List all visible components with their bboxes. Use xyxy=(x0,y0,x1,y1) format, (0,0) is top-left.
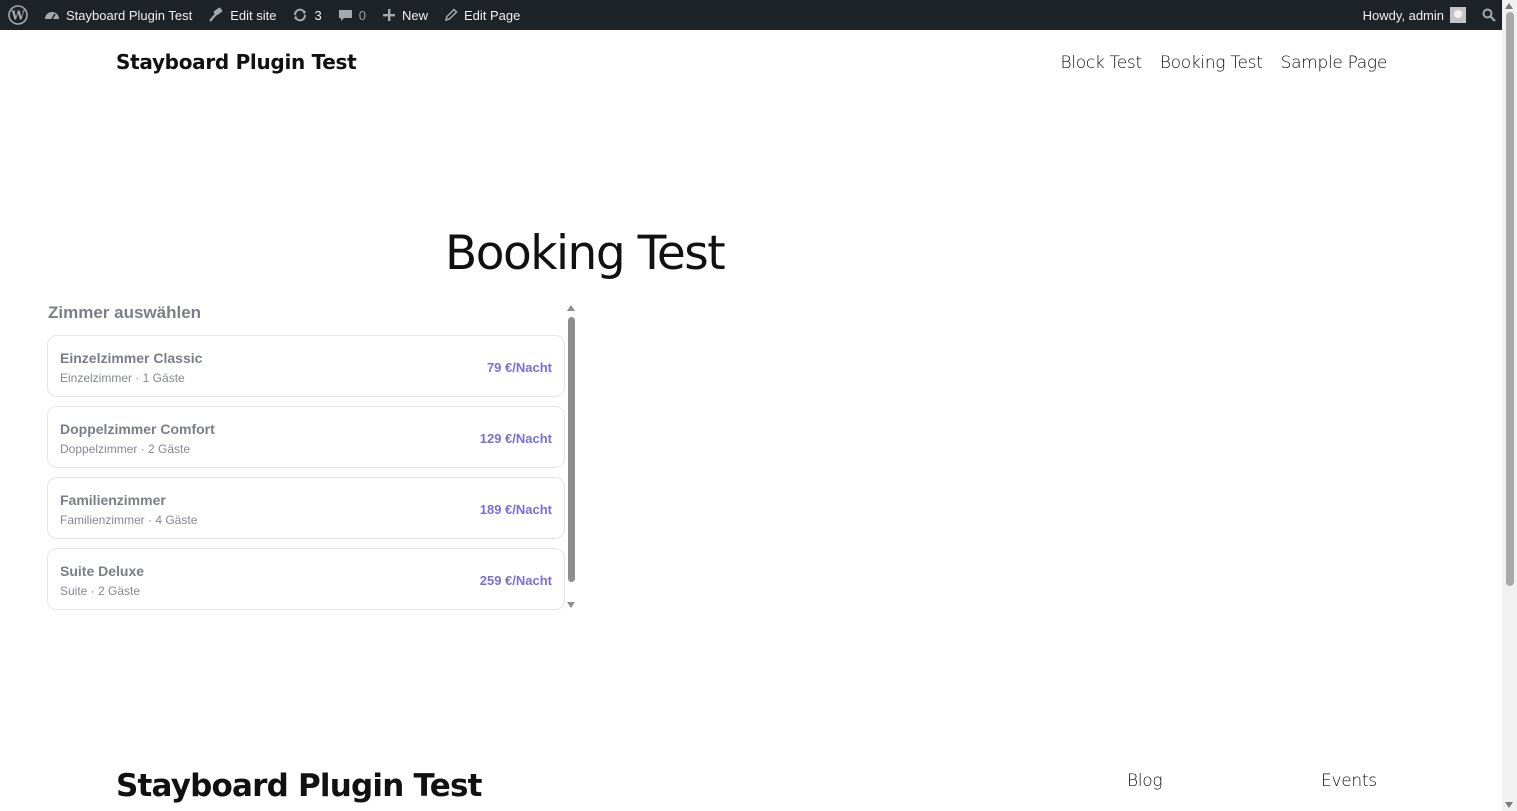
my-account-menu[interactable]: Howdy, admin xyxy=(1355,0,1474,30)
edit-site-menu[interactable]: Edit site xyxy=(200,0,284,30)
room-card[interactable]: Einzelzimmer Classic Einzelzimmer · 1 Gä… xyxy=(47,335,565,397)
updates-icon xyxy=(292,7,308,23)
room-price: 259 €/Nacht xyxy=(479,573,552,588)
room-name: Suite Deluxe xyxy=(60,563,145,579)
page-scrollbar-thumb[interactable] xyxy=(1506,12,1514,586)
comments-count: 0 xyxy=(358,7,366,23)
page-title: Booking Test xyxy=(445,226,726,281)
nav-link-sample-page[interactable]: Sample Page xyxy=(1281,53,1388,73)
room-name: Familienzimmer xyxy=(60,492,166,508)
room-details: Familienzimmer · 4 Gäste xyxy=(60,513,198,527)
new-content-menu[interactable]: New xyxy=(374,0,436,30)
wordpress-logo-menu[interactable]: W xyxy=(0,0,36,30)
pencil-icon xyxy=(444,8,458,22)
comments-menu[interactable]: 0 xyxy=(330,0,374,30)
footer-link-blog[interactable]: Blog xyxy=(1127,771,1163,791)
avatar xyxy=(1450,7,1466,23)
svg-text:W: W xyxy=(10,9,25,23)
site-name-label: Stayboard Plugin Test xyxy=(66,7,193,23)
edit-page-menu[interactable]: Edit Page xyxy=(436,0,528,30)
edit-site-label: Edit site xyxy=(230,7,277,23)
new-label: New xyxy=(401,7,428,23)
updates-menu[interactable]: 3 xyxy=(284,0,329,30)
wordpress-icon: W xyxy=(8,5,28,25)
comment-icon xyxy=(338,8,353,23)
room-details: Suite · 2 Gäste xyxy=(60,584,141,598)
dashboard-icon xyxy=(44,8,60,22)
room-details: Einzelzimmer · 1 Gäste xyxy=(60,371,185,385)
nav-link-booking-test[interactable]: Booking Test xyxy=(1160,53,1263,73)
rooms-heading: Zimmer auswählen xyxy=(48,303,202,322)
plus-icon xyxy=(382,8,396,22)
room-card[interactable]: Doppelzimmer Comfort Doppelzimmer · 2 Gä… xyxy=(47,406,565,468)
room-name: Einzelzimmer Classic xyxy=(60,350,203,366)
search-icon xyxy=(1482,8,1496,22)
admin-search[interactable] xyxy=(1474,0,1502,30)
footer-site-title[interactable]: Stayboard Plugin Test xyxy=(116,768,482,804)
footer-link-events[interactable]: Events xyxy=(1321,771,1377,791)
scroll-down-arrow-icon[interactable] xyxy=(567,602,575,608)
scroll-up-arrow-icon[interactable] xyxy=(1505,3,1513,9)
room-card[interactable]: Familienzimmer Familienzimmer · 4 Gäste … xyxy=(47,477,565,539)
edit-page-label: Edit Page xyxy=(463,7,521,23)
room-card[interactable]: Suite Deluxe Suite · 2 Gäste 259 €/Nacht xyxy=(47,548,565,610)
hammer-icon xyxy=(208,7,224,23)
nav-link-block-test[interactable]: Block Test xyxy=(1060,53,1142,73)
site-title[interactable]: Stayboard Plugin Test xyxy=(116,50,357,74)
room-details: Doppelzimmer · 2 Gäste xyxy=(60,442,191,456)
room-price: 129 €/Nacht xyxy=(479,431,552,446)
page-scrollbar[interactable] xyxy=(1502,0,1517,811)
room-name: Doppelzimmer Comfort xyxy=(60,421,215,437)
site-name-menu[interactable]: Stayboard Plugin Test xyxy=(36,0,200,30)
rooms-scrollbar-thumb[interactable] xyxy=(568,317,575,582)
scroll-up-arrow-icon[interactable] xyxy=(567,305,575,311)
howdy-label: Howdy, admin xyxy=(1362,7,1444,23)
scroll-down-arrow-icon[interactable] xyxy=(1505,802,1513,808)
rooms-scrollbar[interactable] xyxy=(566,303,577,610)
updates-count: 3 xyxy=(314,7,322,23)
primary-navigation: Block Test Booking Test Sample Page xyxy=(1060,53,1387,73)
room-price: 79 €/Nacht xyxy=(486,360,552,375)
room-price: 189 €/Nacht xyxy=(479,502,552,517)
admin-bar: W Stayboard Plugin Test Edit site 3 0 Ne… xyxy=(0,0,1502,30)
rooms-list: Einzelzimmer Classic Einzelzimmer · 1 Gä… xyxy=(47,335,565,619)
